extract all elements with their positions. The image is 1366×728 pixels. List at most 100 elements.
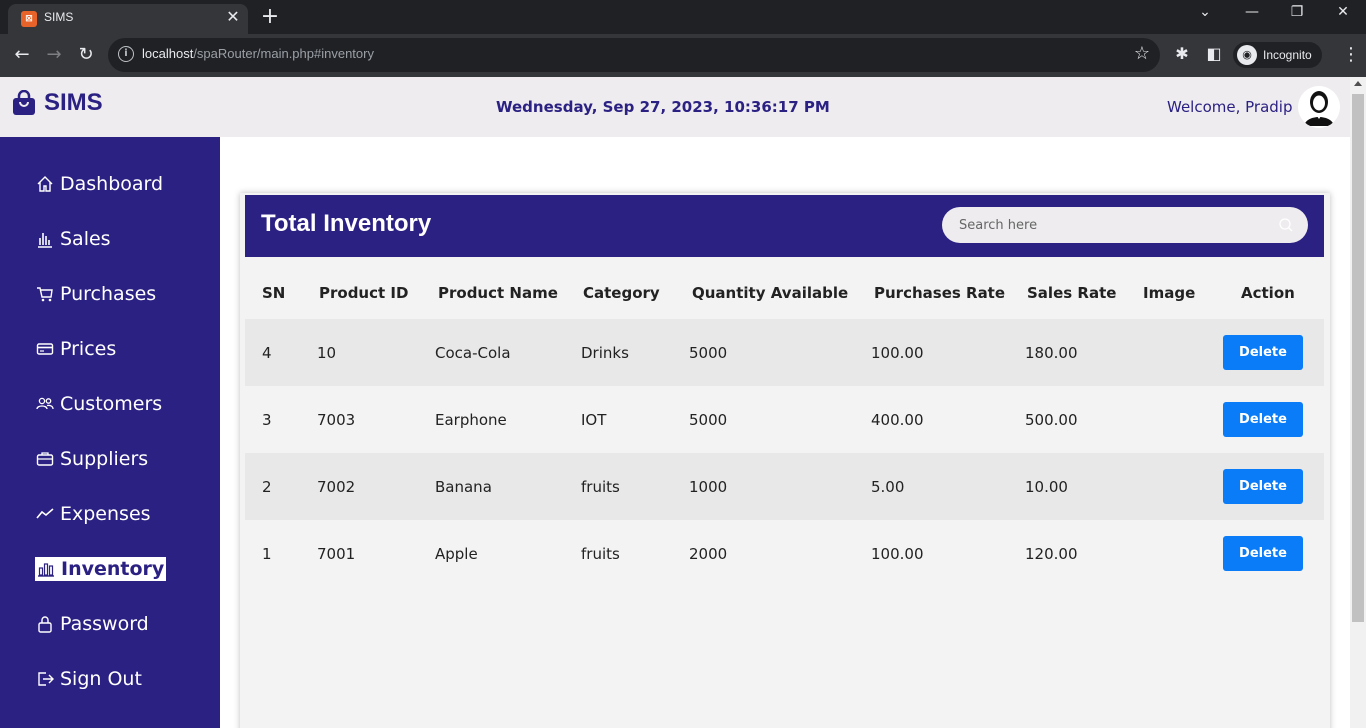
cell-product-id: 7002 bbox=[317, 478, 356, 496]
column-header-sales-rate: Sales Rate bbox=[1027, 284, 1117, 302]
cell-sales-rate: 120.00 bbox=[1025, 545, 1078, 563]
sidebar-item-suppliers[interactable]: Suppliers bbox=[35, 447, 148, 471]
user-avatar-icon bbox=[1298, 86, 1340, 128]
extensions-icon[interactable]: ✱ bbox=[1171, 44, 1193, 63]
scrollbar-thumb[interactable] bbox=[1352, 94, 1364, 622]
side-panel-icon[interactable]: ◧ bbox=[1203, 44, 1225, 63]
cell-category: IOT bbox=[581, 411, 607, 429]
users-icon bbox=[35, 394, 55, 414]
cell-quantity: 5000 bbox=[689, 344, 728, 362]
sidebar-item-purchases[interactable]: Purchases bbox=[35, 282, 156, 306]
delete-button[interactable]: Delete bbox=[1223, 402, 1303, 437]
browser-tab[interactable]: ⊠ SIMS ✕ bbox=[8, 4, 248, 34]
scroll-up-arrow-icon[interactable] bbox=[1354, 81, 1362, 86]
sidebar-item-label: Prices bbox=[60, 338, 117, 360]
sidebar-item-sales[interactable]: Sales bbox=[35, 227, 111, 251]
search-box bbox=[942, 207, 1308, 243]
address-bar[interactable]: i localhost/spaRouter/main.php#inventory… bbox=[108, 38, 1160, 72]
column-header-purchases-rate: Purchases Rate bbox=[874, 284, 1006, 302]
sidebar-item-sign-out[interactable]: Sign Out bbox=[35, 667, 142, 691]
cart-icon bbox=[35, 284, 55, 304]
cell-product-name: Apple bbox=[435, 545, 478, 563]
delete-button[interactable]: Delete bbox=[1223, 469, 1303, 504]
cell-quantity: 5000 bbox=[689, 411, 728, 429]
header-datetime: Wednesday, Sep 27, 2023, 10:36:17 PM bbox=[496, 98, 830, 116]
cell-product-id: 10 bbox=[317, 344, 337, 362]
restore-icon[interactable]: ❐ bbox=[1282, 4, 1312, 20]
minimize-icon[interactable]: — bbox=[1237, 4, 1267, 20]
page-title: Total Inventory bbox=[261, 210, 432, 237]
cell-purchases-rate: 400.00 bbox=[871, 411, 924, 429]
cell-sales-rate: 180.00 bbox=[1025, 344, 1078, 362]
search-input[interactable] bbox=[942, 207, 1262, 243]
sidebar-item-label: Password bbox=[60, 613, 149, 635]
logo[interactable]: SIMS bbox=[12, 89, 103, 117]
tab-title: SIMS bbox=[44, 10, 74, 24]
page-scrollbar[interactable] bbox=[1350, 77, 1366, 728]
browser-menu-icon[interactable]: ⋮ bbox=[1342, 44, 1360, 65]
cell-sn: 4 bbox=[262, 344, 272, 362]
cell-sn: 1 bbox=[262, 545, 272, 563]
column-header-image: Image bbox=[1143, 284, 1196, 302]
column-header-sn: SN bbox=[262, 284, 286, 302]
sidebar-item-expenses[interactable]: Expenses bbox=[35, 502, 151, 526]
delete-button[interactable]: Delete bbox=[1223, 335, 1303, 370]
cell-purchases-rate: 5.00 bbox=[871, 478, 905, 496]
column-header-action: Action bbox=[1241, 284, 1295, 302]
cell-sales-rate: 500.00 bbox=[1025, 411, 1078, 429]
home-icon bbox=[35, 174, 55, 194]
sidebar-item-inventory[interactable]: Inventory bbox=[35, 557, 167, 581]
column-header-quantity: Quantity Available bbox=[692, 284, 849, 302]
bookmark-star-icon[interactable]: ☆ bbox=[1134, 43, 1150, 64]
column-header-product-name: Product Name bbox=[438, 284, 558, 302]
sidebar-item-label: Suppliers bbox=[60, 448, 149, 470]
shopping-bag-icon bbox=[13, 90, 35, 115]
cell-category: fruits bbox=[581, 478, 620, 496]
delete-button[interactable]: Delete bbox=[1223, 536, 1303, 571]
sidebar-item-label: Sales bbox=[60, 228, 111, 250]
cell-product-id: 7003 bbox=[317, 411, 356, 429]
column-header-category: Category bbox=[583, 284, 660, 302]
back-icon[interactable]: ← bbox=[9, 42, 35, 68]
sidebar-item-label: Customers bbox=[60, 393, 163, 415]
logo-text: SIMS bbox=[44, 89, 103, 116]
forward-icon[interactable]: → bbox=[41, 42, 67, 68]
sidebar-item-customers[interactable]: Customers bbox=[35, 392, 162, 416]
sidebar-item-password[interactable]: Password bbox=[35, 612, 149, 636]
incognito-label: Incognito bbox=[1263, 48, 1312, 62]
cell-category: fruits bbox=[581, 545, 620, 563]
briefcase-icon bbox=[35, 449, 55, 469]
cell-sales-rate: 10.00 bbox=[1025, 478, 1068, 496]
cell-quantity: 2000 bbox=[689, 545, 728, 563]
sidebar-item-label: Dashboard bbox=[60, 173, 164, 195]
cell-sn: 3 bbox=[262, 411, 272, 429]
cell-product-name: Coca-Cola bbox=[435, 344, 511, 362]
tab-search-chevron-icon[interactable]: ⌄ bbox=[1190, 4, 1220, 20]
incognito-badge[interactable]: ◉ Incognito bbox=[1233, 42, 1322, 68]
lock-icon bbox=[35, 614, 55, 634]
reload-icon[interactable]: ↻ bbox=[73, 42, 99, 68]
sidebar-item-dashboard[interactable]: Dashboard bbox=[35, 172, 163, 196]
table-row: 2 7002 Banana fruits 1000 5.00 10.00 Del… bbox=[245, 453, 1324, 520]
tab-close-icon[interactable]: ✕ bbox=[223, 7, 243, 26]
search-icon[interactable] bbox=[1278, 217, 1294, 233]
table-row: 3 7003 Earphone IOT 5000 400.00 500.00 D… bbox=[245, 386, 1324, 453]
url-text[interactable]: localhost/spaRouter/main.php#inventory bbox=[142, 46, 374, 61]
site-info-icon[interactable]: i bbox=[118, 46, 134, 62]
avatar[interactable] bbox=[1298, 86, 1340, 128]
sign-out-icon bbox=[35, 669, 55, 689]
cell-purchases-rate: 100.00 bbox=[871, 545, 924, 563]
new-tab-icon[interactable]: + bbox=[258, 4, 282, 30]
window-close-icon[interactable]: ✕ bbox=[1328, 4, 1358, 20]
cell-purchases-rate: 100.00 bbox=[871, 344, 924, 362]
sidebar-item-prices[interactable]: Prices bbox=[35, 337, 116, 361]
xampp-favicon-icon: ⊠ bbox=[21, 11, 37, 27]
browser-tab-bar: ⊠ SIMS ✕ + ⌄ — ❐ ✕ bbox=[0, 0, 1366, 34]
url-host: localhost bbox=[142, 46, 194, 61]
cell-product-name: Banana bbox=[435, 478, 492, 496]
bar-chart-icon bbox=[35, 229, 55, 249]
url-path: /spaRouter/main.php#inventory bbox=[193, 46, 374, 61]
table-row: 4 10 Coca-Cola Drinks 5000 100.00 180.00… bbox=[245, 319, 1324, 386]
inventory-card: Total Inventory SN Product ID Product Na… bbox=[240, 193, 1330, 728]
credit-card-icon bbox=[35, 339, 55, 359]
